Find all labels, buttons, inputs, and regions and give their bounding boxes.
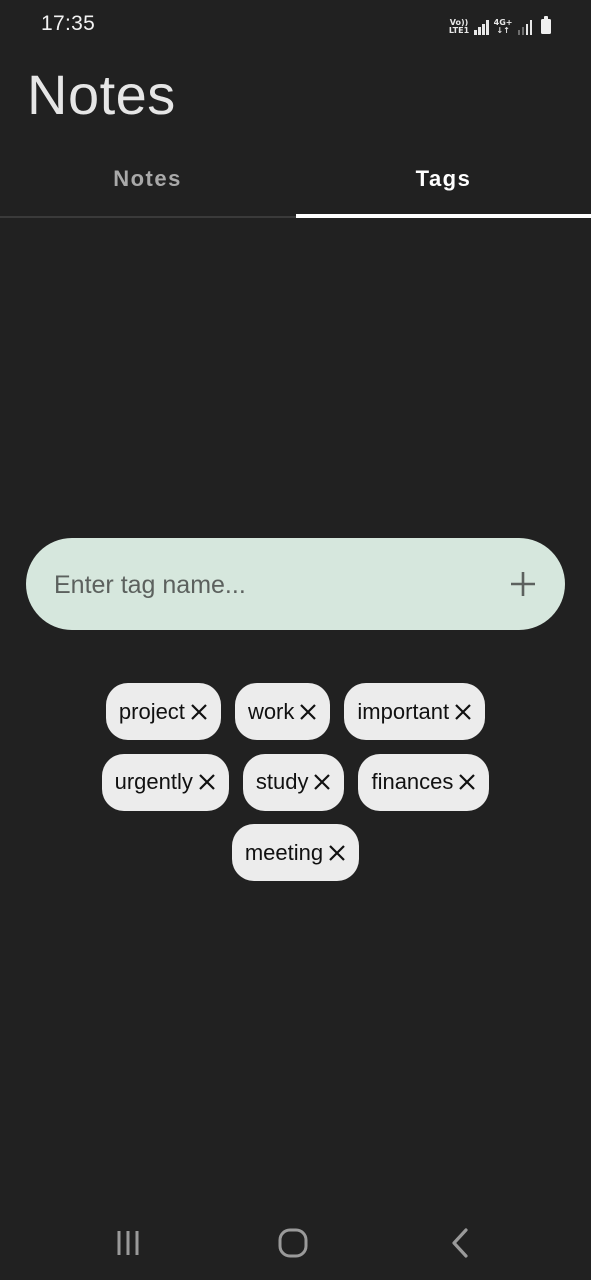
- status-icons: Vo)) LTE1 4G+ ↓↑: [449, 13, 551, 35]
- signal-icon: [517, 19, 532, 35]
- remove-tag-icon[interactable]: [312, 772, 332, 792]
- add-tag-button[interactable]: [501, 562, 545, 606]
- tab-bar: Notes Tags: [0, 150, 591, 218]
- remove-tag-icon[interactable]: [457, 772, 477, 792]
- plus-icon: [511, 572, 535, 596]
- battery-icon: [541, 16, 551, 34]
- app-title: Notes: [27, 63, 176, 126]
- home-icon[interactable]: [273, 1225, 313, 1261]
- tag-chip-study[interactable]: study: [242, 753, 345, 811]
- tag-input-container: [26, 538, 565, 632]
- volte-label: Vo)) LTE1: [448, 18, 470, 35]
- status-time: 17:35: [41, 12, 96, 35]
- tag-chip-project[interactable]: project: [105, 683, 221, 740]
- tag-label: important: [357, 698, 450, 724]
- system-nav-bar: [0, 1205, 591, 1280]
- tag-label: project: [118, 698, 185, 724]
- tag-chip-finances[interactable]: finances: [358, 753, 490, 811]
- recent-apps-icon[interactable]: [108, 1225, 148, 1261]
- tag-name-input[interactable]: [52, 538, 496, 632]
- tab-notes[interactable]: Notes: [0, 146, 295, 212]
- back-icon[interactable]: [440, 1225, 480, 1261]
- tag-row: project work important: [0, 683, 591, 740]
- tag-chip-urgently[interactable]: urgently: [101, 753, 229, 811]
- tag-chip-important[interactable]: important: [344, 683, 486, 740]
- tag-chip-meeting[interactable]: meeting: [231, 824, 360, 881]
- tag-label: finances: [371, 769, 454, 794]
- tab-tags[interactable]: Tags: [296, 146, 591, 212]
- tag-label: study: [255, 769, 309, 794]
- remove-tag-icon[interactable]: [327, 843, 347, 863]
- signal-icon: [474, 19, 489, 35]
- tag-chip-work[interactable]: work: [234, 683, 331, 740]
- tag-label: work: [247, 698, 295, 724]
- remove-tag-icon[interactable]: [298, 702, 318, 722]
- tab-indicator: [296, 214, 591, 218]
- remove-tag-icon[interactable]: [453, 702, 473, 722]
- tag-list: project work important urgently study fi…: [0, 683, 591, 895]
- remove-tag-icon[interactable]: [189, 702, 209, 722]
- tag-label: meeting: [244, 839, 324, 865]
- status-bar: 17:35 Vo)) LTE1 4G+ ↓↑: [0, 0, 591, 48]
- remove-tag-icon[interactable]: [197, 772, 217, 792]
- network-4g-label: 4G+ ↓↑: [493, 18, 513, 35]
- tag-row: meeting: [0, 824, 591, 881]
- tag-row: urgently study finances: [0, 753, 591, 811]
- tag-label: urgently: [114, 769, 193, 794]
